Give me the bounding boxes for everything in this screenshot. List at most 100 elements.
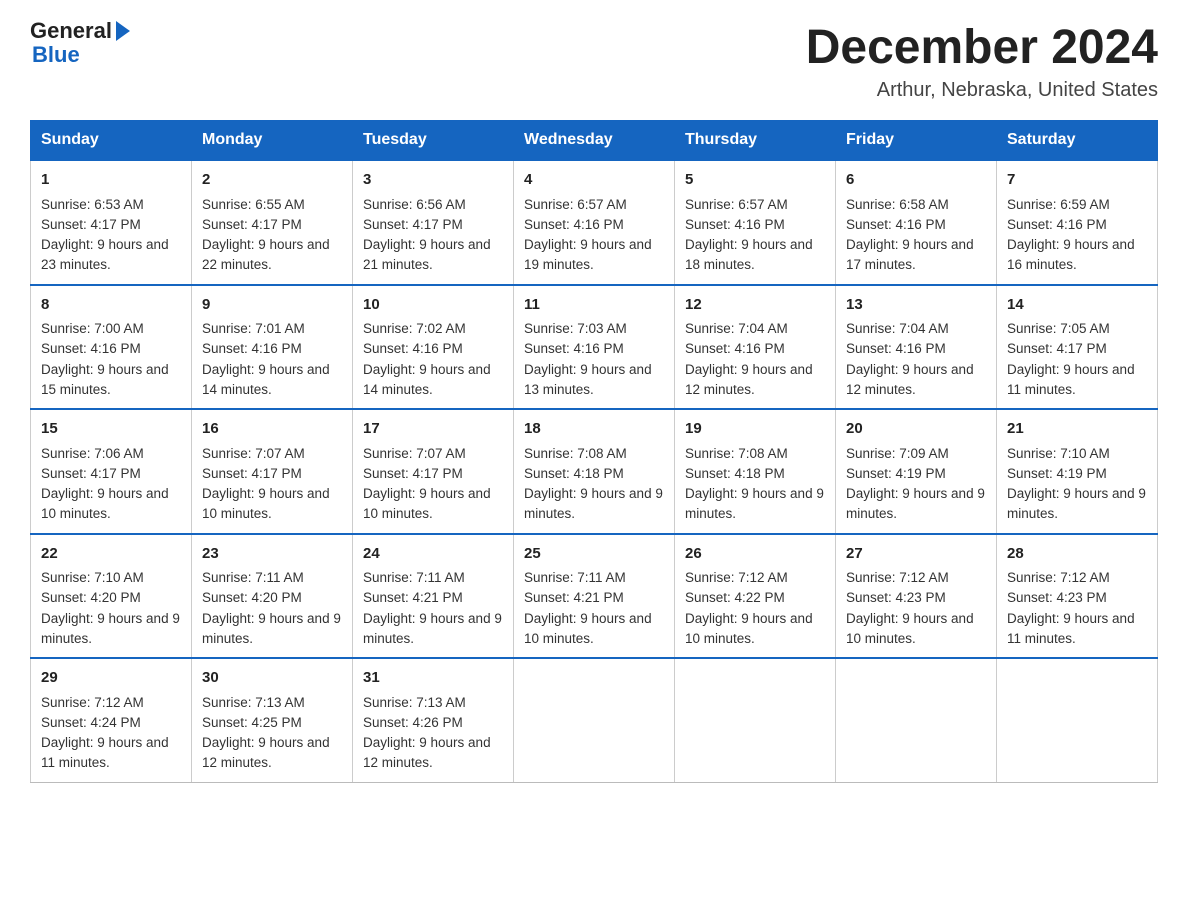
logo-blue-text: Blue [30, 42, 80, 68]
day-info: Sunrise: 7:11 AMSunset: 4:21 PMDaylight:… [524, 568, 664, 649]
day-info: Sunrise: 6:58 AMSunset: 4:16 PMDaylight:… [846, 195, 986, 276]
day-cell: 31 Sunrise: 7:13 AMSunset: 4:26 PMDaylig… [353, 658, 514, 782]
day-number: 23 [202, 543, 342, 566]
logo-arrow-icon [116, 21, 130, 41]
day-info: Sunrise: 7:12 AMSunset: 4:24 PMDaylight:… [41, 693, 181, 774]
day-number: 5 [685, 169, 825, 192]
day-number: 13 [846, 294, 986, 317]
day-number: 29 [41, 667, 181, 690]
day-cell: 13 Sunrise: 7:04 AMSunset: 4:16 PMDaylig… [836, 285, 997, 410]
day-info: Sunrise: 7:04 AMSunset: 4:16 PMDaylight:… [846, 319, 986, 400]
day-cell: 19 Sunrise: 7:08 AMSunset: 4:18 PMDaylig… [675, 409, 836, 534]
day-cell: 25 Sunrise: 7:11 AMSunset: 4:21 PMDaylig… [514, 534, 675, 659]
day-info: Sunrise: 7:07 AMSunset: 4:17 PMDaylight:… [202, 444, 342, 525]
day-number: 30 [202, 667, 342, 690]
day-number: 4 [524, 169, 664, 192]
day-cell: 1 Sunrise: 6:53 AMSunset: 4:17 PMDayligh… [31, 160, 192, 285]
header-cell-wednesday: Wednesday [514, 121, 675, 161]
day-cell: 22 Sunrise: 7:10 AMSunset: 4:20 PMDaylig… [31, 534, 192, 659]
day-info: Sunrise: 7:12 AMSunset: 4:22 PMDaylight:… [685, 568, 825, 649]
header-cell-monday: Monday [192, 121, 353, 161]
day-info: Sunrise: 7:04 AMSunset: 4:16 PMDaylight:… [685, 319, 825, 400]
day-number: 25 [524, 543, 664, 566]
day-cell: 16 Sunrise: 7:07 AMSunset: 4:17 PMDaylig… [192, 409, 353, 534]
calendar-table: SundayMondayTuesdayWednesdayThursdayFrid… [30, 120, 1158, 783]
day-number: 17 [363, 418, 503, 441]
day-number: 19 [685, 418, 825, 441]
day-info: Sunrise: 6:57 AMSunset: 4:16 PMDaylight:… [685, 195, 825, 276]
day-number: 28 [1007, 543, 1147, 566]
day-info: Sunrise: 6:57 AMSunset: 4:16 PMDaylight:… [524, 195, 664, 276]
day-number: 10 [363, 294, 503, 317]
day-info: Sunrise: 7:11 AMSunset: 4:21 PMDaylight:… [363, 568, 503, 649]
logo: General Blue [30, 20, 130, 68]
day-number: 3 [363, 169, 503, 192]
week-row-5: 29 Sunrise: 7:12 AMSunset: 4:24 PMDaylig… [31, 658, 1158, 782]
day-cell: 9 Sunrise: 7:01 AMSunset: 4:16 PMDayligh… [192, 285, 353, 410]
day-info: Sunrise: 7:05 AMSunset: 4:17 PMDaylight:… [1007, 319, 1147, 400]
day-info: Sunrise: 7:12 AMSunset: 4:23 PMDaylight:… [1007, 568, 1147, 649]
week-row-1: 1 Sunrise: 6:53 AMSunset: 4:17 PMDayligh… [31, 160, 1158, 285]
day-cell: 20 Sunrise: 7:09 AMSunset: 4:19 PMDaylig… [836, 409, 997, 534]
day-cell: 23 Sunrise: 7:11 AMSunset: 4:20 PMDaylig… [192, 534, 353, 659]
day-cell: 24 Sunrise: 7:11 AMSunset: 4:21 PMDaylig… [353, 534, 514, 659]
day-cell: 14 Sunrise: 7:05 AMSunset: 4:17 PMDaylig… [997, 285, 1158, 410]
day-number: 31 [363, 667, 503, 690]
header-cell-saturday: Saturday [997, 121, 1158, 161]
day-cell: 12 Sunrise: 7:04 AMSunset: 4:16 PMDaylig… [675, 285, 836, 410]
day-info: Sunrise: 7:10 AMSunset: 4:20 PMDaylight:… [41, 568, 181, 649]
day-cell [997, 658, 1158, 782]
day-info: Sunrise: 7:02 AMSunset: 4:16 PMDaylight:… [363, 319, 503, 400]
day-number: 2 [202, 169, 342, 192]
day-cell: 15 Sunrise: 7:06 AMSunset: 4:17 PMDaylig… [31, 409, 192, 534]
day-info: Sunrise: 6:59 AMSunset: 4:16 PMDaylight:… [1007, 195, 1147, 276]
title-area: December 2024 Arthur, Nebraska, United S… [806, 20, 1158, 102]
day-info: Sunrise: 7:12 AMSunset: 4:23 PMDaylight:… [846, 568, 986, 649]
header-cell-sunday: Sunday [31, 121, 192, 161]
location-text: Arthur, Nebraska, United States [806, 79, 1158, 102]
day-cell: 3 Sunrise: 6:56 AMSunset: 4:17 PMDayligh… [353, 160, 514, 285]
day-number: 18 [524, 418, 664, 441]
day-cell: 6 Sunrise: 6:58 AMSunset: 4:16 PMDayligh… [836, 160, 997, 285]
day-cell: 26 Sunrise: 7:12 AMSunset: 4:22 PMDaylig… [675, 534, 836, 659]
day-number: 6 [846, 169, 986, 192]
day-cell [514, 658, 675, 782]
day-info: Sunrise: 7:08 AMSunset: 4:18 PMDaylight:… [524, 444, 664, 525]
day-number: 24 [363, 543, 503, 566]
day-cell: 18 Sunrise: 7:08 AMSunset: 4:18 PMDaylig… [514, 409, 675, 534]
day-info: Sunrise: 7:01 AMSunset: 4:16 PMDaylight:… [202, 319, 342, 400]
day-number: 20 [846, 418, 986, 441]
day-number: 7 [1007, 169, 1147, 192]
day-number: 27 [846, 543, 986, 566]
day-number: 22 [41, 543, 181, 566]
day-cell: 4 Sunrise: 6:57 AMSunset: 4:16 PMDayligh… [514, 160, 675, 285]
header-cell-friday: Friday [836, 121, 997, 161]
day-number: 8 [41, 294, 181, 317]
day-info: Sunrise: 7:13 AMSunset: 4:25 PMDaylight:… [202, 693, 342, 774]
calendar-body: 1 Sunrise: 6:53 AMSunset: 4:17 PMDayligh… [31, 160, 1158, 782]
day-info: Sunrise: 7:07 AMSunset: 4:17 PMDaylight:… [363, 444, 503, 525]
day-number: 12 [685, 294, 825, 317]
day-cell [836, 658, 997, 782]
day-number: 26 [685, 543, 825, 566]
logo-general-text: General [30, 20, 112, 42]
page-header: General Blue December 2024 Arthur, Nebra… [30, 20, 1158, 102]
day-cell: 30 Sunrise: 7:13 AMSunset: 4:25 PMDaylig… [192, 658, 353, 782]
week-row-4: 22 Sunrise: 7:10 AMSunset: 4:20 PMDaylig… [31, 534, 1158, 659]
calendar-header: SundayMondayTuesdayWednesdayThursdayFrid… [31, 121, 1158, 161]
day-cell: 11 Sunrise: 7:03 AMSunset: 4:16 PMDaylig… [514, 285, 675, 410]
day-cell: 10 Sunrise: 7:02 AMSunset: 4:16 PMDaylig… [353, 285, 514, 410]
day-cell: 21 Sunrise: 7:10 AMSunset: 4:19 PMDaylig… [997, 409, 1158, 534]
day-info: Sunrise: 7:09 AMSunset: 4:19 PMDaylight:… [846, 444, 986, 525]
day-number: 15 [41, 418, 181, 441]
day-cell: 27 Sunrise: 7:12 AMSunset: 4:23 PMDaylig… [836, 534, 997, 659]
day-number: 9 [202, 294, 342, 317]
day-info: Sunrise: 6:56 AMSunset: 4:17 PMDaylight:… [363, 195, 503, 276]
header-cell-thursday: Thursday [675, 121, 836, 161]
day-number: 1 [41, 169, 181, 192]
day-number: 16 [202, 418, 342, 441]
header-cell-tuesday: Tuesday [353, 121, 514, 161]
day-info: Sunrise: 7:00 AMSunset: 4:16 PMDaylight:… [41, 319, 181, 400]
day-cell: 5 Sunrise: 6:57 AMSunset: 4:16 PMDayligh… [675, 160, 836, 285]
week-row-2: 8 Sunrise: 7:00 AMSunset: 4:16 PMDayligh… [31, 285, 1158, 410]
